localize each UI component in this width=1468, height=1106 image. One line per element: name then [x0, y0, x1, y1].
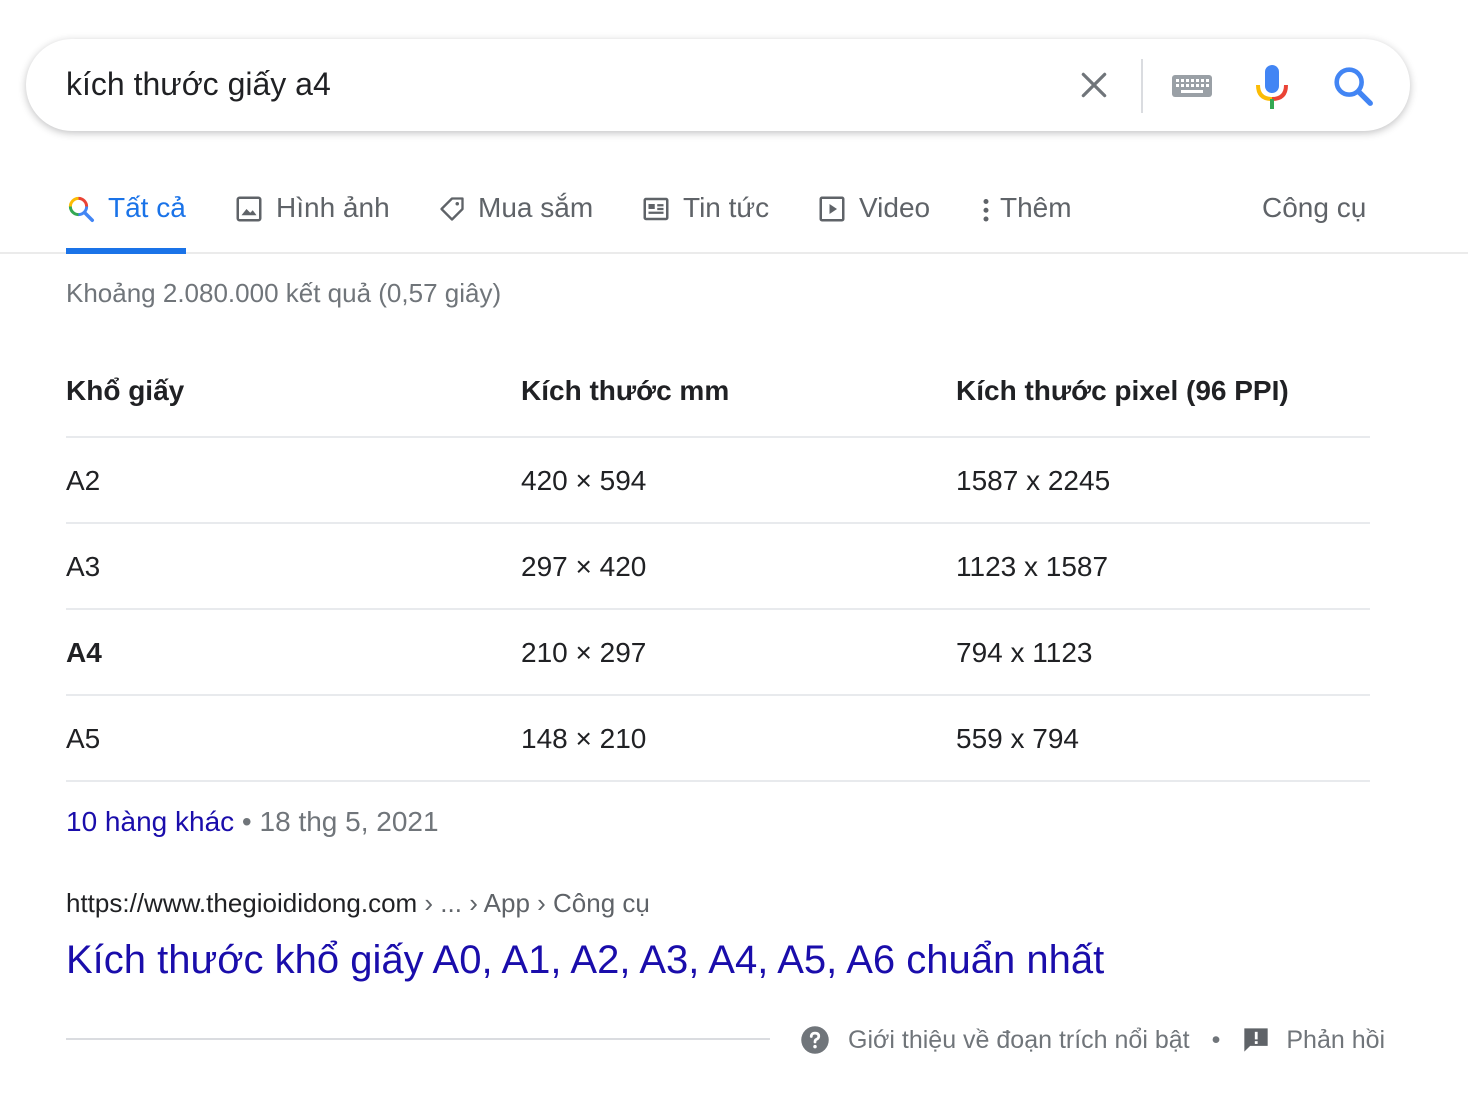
tab-shopping[interactable]: Mua sắm: [438, 180, 593, 252]
clear-search-button[interactable]: [1074, 65, 1114, 105]
result-title-link[interactable]: Kích thước khổ giấy A0, A1, A2, A3, A4, …: [66, 938, 1104, 983]
search-icon: [66, 194, 96, 231]
result-cite[interactable]: https://www.thegioididong.com › ... › Ap…: [66, 888, 650, 919]
table-row: A3 297 × 420 1123 x 1587: [66, 524, 1370, 610]
tab-label: Tất cả: [108, 192, 186, 223]
tab-images[interactable]: Hình ảnh: [234, 180, 390, 252]
table-header-cell: Khổ giấy: [66, 375, 185, 406]
feedback-link[interactable]: Phản hồi: [1242, 1026, 1385, 1055]
table-cell: 559 x 794: [956, 723, 1079, 754]
more-vert-icon: [978, 194, 994, 231]
snippet-date: 18 thg 5, 2021: [259, 806, 439, 837]
table-header-cell: Kích thước mm: [521, 375, 730, 406]
tab-video[interactable]: Video: [817, 180, 930, 252]
table-cell: A3: [66, 551, 101, 582]
more-rows-link[interactable]: 10 hàng khác: [66, 806, 234, 837]
search-box: [26, 39, 1410, 131]
searchbar-divider: [1141, 59, 1143, 113]
tab-label: Video: [859, 192, 931, 223]
keyboard-icon: [1172, 75, 1212, 97]
microphone-icon: [1256, 65, 1288, 109]
feedback-label: Phản hồi: [1286, 1025, 1386, 1054]
table-row: A5 148 × 210 559 x 794: [66, 696, 1370, 782]
tab-news[interactable]: Tin tức: [641, 180, 769, 252]
about-snippet-label: Giới thiệu về đoạn trích nổi bật: [848, 1025, 1190, 1054]
tab-label: Công cụ: [1262, 192, 1367, 223]
table-header-row: Khổ giấy Kích thước mm Kích thước pixel …: [66, 350, 1370, 438]
more-rows-line: 10 hàng khác • 18 thg 5, 2021: [66, 806, 439, 838]
tab-label: Mua sắm: [478, 192, 594, 223]
table-cell: A2: [66, 465, 101, 496]
play-icon: [817, 194, 847, 231]
table-cell: 420 × 594: [521, 465, 647, 496]
image-icon: [234, 194, 264, 231]
search-button[interactable]: [1330, 63, 1376, 109]
search-tabs: Tất cả Hình ảnh Mua sắm Tin tức Video Th…: [0, 180, 1468, 254]
footer-divider: [66, 1038, 770, 1040]
snippet-footer: Giới thiệu về đoạn trích nổi bật • Phản …: [800, 1020, 1385, 1060]
separator-dot: •: [1211, 1025, 1221, 1054]
table-cell: 1123 x 1587: [956, 551, 1109, 582]
keyboard-button[interactable]: [1170, 69, 1214, 103]
table-cell: 210 × 297: [521, 637, 647, 668]
tag-icon: [438, 194, 466, 231]
close-icon: [1081, 72, 1107, 98]
result-breadcrumbs: › ... › App › Công cụ: [417, 888, 650, 918]
tab-label: Hình ảnh: [276, 192, 390, 223]
search-input[interactable]: [66, 64, 1026, 104]
feedback-icon: [1244, 1028, 1269, 1052]
voice-search-button[interactable]: [1252, 63, 1292, 111]
tab-more[interactable]: Thêm: [978, 180, 1072, 252]
snippet-table: Khổ giấy Kích thước mm Kích thước pixel …: [66, 350, 1370, 782]
table-row: A2 420 × 594 1587 x 2245: [66, 438, 1370, 524]
result-url: https://www.thegioididong.com: [66, 888, 418, 918]
tab-label: Tin tức: [683, 192, 770, 223]
news-icon: [641, 194, 671, 231]
search-icon: [1334, 67, 1373, 106]
table-cell: 794 x 1123: [956, 637, 1093, 668]
separator-dot: •: [241, 806, 252, 837]
tab-tools[interactable]: Công cụ: [1262, 180, 1366, 252]
help-icon: [801, 1026, 829, 1054]
table-header-cell: Kích thước pixel (96 PPI): [956, 375, 1289, 406]
table-cell: 148 × 210: [521, 723, 647, 754]
table-row: A4 210 × 297 794 x 1123: [66, 610, 1370, 696]
table-cell: 1587 x 2245: [956, 465, 1111, 496]
result-stats: Khoảng 2.080.000 kết quả (0,57 giây): [66, 278, 502, 308]
about-snippet-link[interactable]: Giới thiệu về đoạn trích nổi bật: [800, 1025, 1190, 1055]
table-cell: A5: [66, 723, 101, 754]
tab-all[interactable]: Tất cả: [66, 180, 186, 254]
table-cell: 297 × 420: [521, 551, 647, 582]
tab-label: Thêm: [1000, 192, 1072, 223]
table-cell-highlighted: A4: [66, 637, 102, 668]
